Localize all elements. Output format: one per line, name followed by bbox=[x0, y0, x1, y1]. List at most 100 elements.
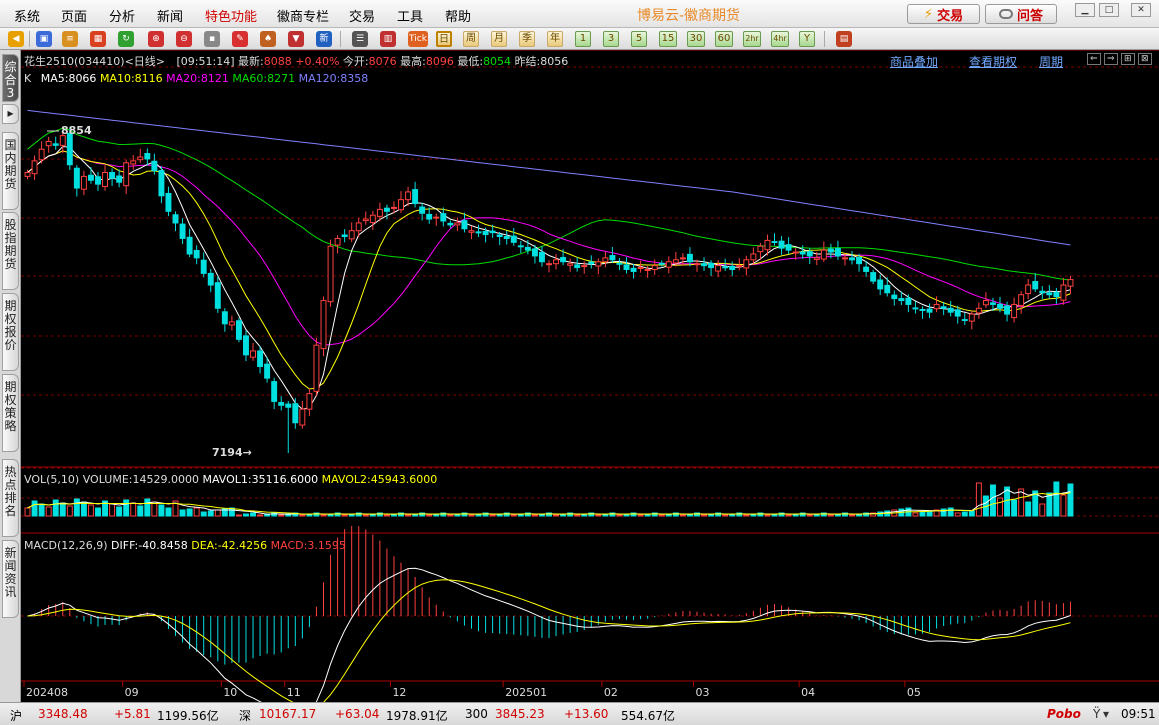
layout-icon[interactable]: ▤ bbox=[836, 31, 852, 47]
side-tab-hot-ranking[interactable]: 热点排名 bbox=[2, 459, 19, 537]
side-collapse-arrow-icon[interactable]: ▸ bbox=[2, 104, 19, 124]
candle-body bbox=[355, 222, 362, 232]
signal-icon: Ÿ bbox=[1093, 707, 1101, 721]
candle-body bbox=[701, 263, 708, 267]
candle-body bbox=[623, 264, 630, 270]
refresh-icon[interactable]: ↻ bbox=[118, 31, 134, 47]
cycle-link[interactable]: 周期 bbox=[1039, 53, 1063, 70]
sz-index[interactable]: 10167.17 bbox=[259, 707, 316, 721]
tick-button[interactable]: Tick bbox=[408, 31, 428, 47]
volume-bar bbox=[341, 514, 348, 517]
volume-bar bbox=[1053, 481, 1060, 517]
period-custom[interactable]: Y bbox=[799, 31, 815, 47]
kline-chart[interactable]: 8854 7194→ 202408 09 10 11 12 202501 02 03 04 05 bbox=[21, 50, 1159, 702]
menu-system[interactable]: 系统 bbox=[14, 6, 40, 25]
candle-body bbox=[771, 241, 778, 244]
toolbar-separator bbox=[340, 31, 341, 47]
close-chart-icon[interactable]: ⊠ bbox=[1138, 53, 1152, 65]
candle-body bbox=[926, 308, 933, 313]
period-5min[interactable]: 5 bbox=[631, 31, 647, 47]
menu-news[interactable]: 新闻 bbox=[157, 6, 183, 25]
period-4hr[interactable]: 4hr bbox=[771, 31, 789, 47]
i300-index[interactable]: 3845.23 bbox=[495, 707, 545, 721]
menu-features[interactable]: 特色功能 bbox=[205, 6, 257, 25]
side-tab-option-strategy[interactable]: 期权策略 bbox=[2, 374, 19, 452]
menu-page[interactable]: 页面 bbox=[61, 6, 87, 25]
side-tab-news[interactable]: 新闻资讯 bbox=[2, 540, 19, 618]
dropdown-arrow-icon[interactable]: ▾ bbox=[1103, 707, 1109, 721]
zoom-out-icon[interactable]: ⊖ bbox=[176, 31, 192, 47]
filter-icon[interactable]: ▼ bbox=[288, 31, 304, 47]
menu-huishang-column[interactable]: 徽商专栏 bbox=[277, 6, 329, 25]
table-icon[interactable]: ☰ bbox=[352, 31, 368, 47]
view-options-link[interactable]: 查看期权 bbox=[969, 53, 1017, 70]
candle-body bbox=[405, 191, 412, 201]
candle-body bbox=[341, 234, 348, 238]
quote-high-label: 最高: bbox=[400, 55, 426, 68]
volume-bar bbox=[658, 514, 665, 517]
candle-body bbox=[743, 259, 750, 269]
chart-area[interactable]: 8854 7194→ 202408 09 10 11 12 202501 02 03 04 05 花生… bbox=[21, 50, 1159, 702]
bar-chart-icon[interactable]: ▥ bbox=[380, 31, 396, 47]
draw-pen-icon[interactable]: ✎ bbox=[232, 31, 248, 47]
period-month[interactable]: 月 bbox=[491, 31, 507, 47]
sh-index[interactable]: 3348.48 bbox=[38, 707, 88, 721]
volume-bar bbox=[278, 514, 285, 517]
period-day[interactable]: 日 bbox=[436, 31, 452, 47]
i300-change: +13.60 bbox=[564, 707, 609, 721]
zoom-in-icon[interactable]: ⊕ bbox=[148, 31, 164, 47]
volume-bar bbox=[362, 514, 369, 517]
candle-body bbox=[1018, 294, 1025, 307]
menu-help[interactable]: 帮助 bbox=[445, 6, 471, 25]
period-60min[interactable]: 60 bbox=[715, 31, 733, 47]
period-week[interactable]: 周 bbox=[463, 31, 479, 47]
side-tab-option-quotes[interactable]: 期权报价 bbox=[2, 293, 19, 371]
volume-bar bbox=[849, 514, 855, 517]
period-30min[interactable]: 30 bbox=[687, 31, 705, 47]
save-icon[interactable]: ▣ bbox=[36, 31, 52, 47]
new-icon[interactable]: 新 bbox=[316, 31, 332, 47]
back-arrow-icon[interactable]: ◀ bbox=[8, 31, 24, 47]
hot-icon[interactable]: ▦ bbox=[90, 31, 106, 47]
period-2hr[interactable]: 2hr bbox=[743, 31, 761, 47]
vol-legend: VOL(5,10) VOLUME:14529.0000 MAVOL1:35116… bbox=[24, 473, 437, 486]
vol-name: VOL(5,10) bbox=[24, 473, 80, 486]
period-season[interactable]: 季 bbox=[519, 31, 535, 47]
prev-window-icon[interactable]: ⇐ bbox=[1087, 53, 1101, 65]
candle-body bbox=[489, 230, 496, 234]
crosshair-icon[interactable]: ▪ bbox=[204, 31, 220, 47]
menu-trade[interactable]: 交易 bbox=[349, 6, 375, 25]
side-tab-index-futures[interactable]: 股指期货 bbox=[2, 212, 19, 290]
volume-bar bbox=[73, 498, 80, 517]
trade-button[interactable]: ⚡ 交易 bbox=[907, 4, 980, 24]
overlay-link[interactable]: 商品叠加 bbox=[890, 53, 938, 70]
candle-body bbox=[186, 236, 193, 255]
i300-amount: 554.67亿 bbox=[621, 709, 675, 723]
layers-icon[interactable]: ≡ bbox=[62, 31, 78, 47]
grid-view-icon[interactable]: ⊞ bbox=[1121, 53, 1135, 65]
quote-period: <日线> bbox=[124, 55, 166, 68]
maximize-button[interactable]: □ bbox=[1099, 3, 1119, 17]
alarm-bell-icon[interactable]: ♠ bbox=[260, 31, 276, 47]
side-tab-domestic-futures[interactable]: 国内期货 bbox=[2, 132, 19, 210]
period-1min[interactable]: 1 bbox=[575, 31, 591, 47]
candle-body bbox=[31, 160, 38, 175]
candle-body bbox=[877, 279, 884, 290]
candle-body bbox=[630, 267, 637, 272]
minimize-button[interactable]: ▁ bbox=[1075, 3, 1095, 17]
next-window-icon[interactable]: ⇒ bbox=[1104, 53, 1118, 65]
candle-body bbox=[59, 135, 66, 146]
close-button[interactable]: ✕ bbox=[1131, 3, 1151, 17]
period-year[interactable]: 年 bbox=[547, 31, 563, 47]
period-15min[interactable]: 15 bbox=[659, 31, 677, 47]
volume-bar bbox=[595, 514, 602, 517]
menu-analysis[interactable]: 分析 bbox=[109, 6, 135, 25]
side-tab-overview[interactable]: 综合3 bbox=[2, 54, 19, 102]
volume-bar bbox=[158, 504, 165, 517]
volume-bar bbox=[383, 514, 390, 517]
qa-button[interactable]: 问答 bbox=[985, 4, 1057, 24]
quote-prev-label: 昨结: bbox=[514, 55, 541, 68]
period-3min[interactable]: 3 bbox=[603, 31, 619, 47]
candle-body bbox=[997, 303, 1003, 309]
menu-tools[interactable]: 工具 bbox=[397, 6, 423, 25]
